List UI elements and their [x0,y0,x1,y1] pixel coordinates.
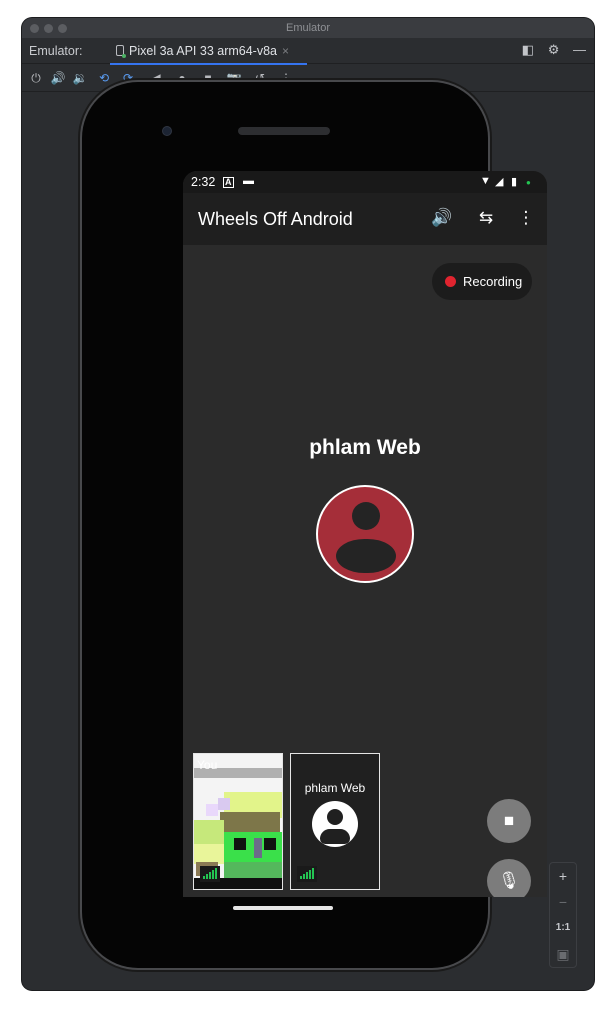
power-icon[interactable]: ⏻ [28,70,44,86]
pixel-block [206,804,218,816]
mic-icon: 🎙 [498,871,520,890]
zoom-window-icon[interactable] [58,24,67,33]
zoom-panel: + − 1:1 ▣ [549,862,577,968]
window-title: Emulator [285,22,331,34]
remote-tile-avatar-icon [312,801,358,847]
self-video-tile[interactable]: You [193,753,283,890]
cell-signal-icon: ◢ [495,176,504,188]
minimize-panel-icon[interactable]: — [573,42,586,57]
emulator-label: Emulator: [29,44,83,58]
remote-signal-icon [297,866,317,882]
video-icon: ■ [503,811,515,830]
avatar-body-icon [336,539,396,573]
battery-icon: ▮ [511,176,518,188]
remote-tile-label: phlam Web [304,781,366,795]
recording-pill: Recording [432,263,532,300]
device-icon [116,45,126,58]
zoom-1to1-button[interactable]: 1:1 [550,915,576,941]
recording-label: Recording [463,274,523,289]
switch-camera-icon[interactable]: ⇆ [475,208,497,228]
gear-icon[interactable]: ⚙ [548,42,560,58]
overflow-icon[interactable]: ⋮ [515,208,537,228]
pixel-block [220,812,280,832]
mic-toggle-button[interactable]: 🎙 [487,859,531,897]
phone-frame: 2:32 A ▬ ▼ ◢ ▮ ● Wheels Off Android 🔊 ⇆ … [82,82,547,968]
app-title: Wheels Off Android [198,209,353,229]
pixel-block [224,862,282,878]
video-toggle-button[interactable]: ■ [487,799,531,843]
earpiece-speaker [238,127,330,135]
app-bar: Wheels Off Android 🔊 ⇆ ⋮ [183,193,547,245]
volume-down-icon[interactable]: 🔉 [72,70,88,86]
speaker-icon[interactable]: 🔊 [431,208,453,228]
front-camera [162,126,172,136]
self-tile-label: You [197,758,218,772]
wifi-icon: ▼ [480,175,491,187]
avatar-head-icon [352,502,380,530]
tab-pixel-3a[interactable]: Pixel 3a API 33 arm64-v8a × [110,38,308,65]
phone-screen: 2:32 A ▬ ▼ ◢ ▮ ● Wheels Off Android 🔊 ⇆ … [183,171,547,897]
pixel-block [218,798,230,810]
close-window-icon[interactable] [30,24,39,33]
fit-screen-icon[interactable]: ▣ [550,941,576,967]
close-tab-icon[interactable]: × [282,44,289,58]
volume-up-icon[interactable]: 🔊 [50,70,66,86]
rotate-left-icon[interactable]: ⟲ [96,70,112,86]
status-bar: 2:32 A ▬ ▼ ◢ ▮ ● [183,171,547,193]
pixel-block [194,820,224,844]
pixel-block [194,844,224,864]
zoom-out-button[interactable]: − [550,889,576,915]
tab-label: Pixel 3a API 33 arm64-v8a [129,44,277,58]
zoom-in-button[interactable]: + [550,863,576,889]
remote-video-tile[interactable]: phlam Web [290,753,380,890]
recording-dot-icon [445,276,456,287]
video-status-icon: ▬ [243,175,254,187]
pixel-block [234,838,246,850]
title-bar: Emulator [22,18,594,38]
pixel-block [264,838,276,850]
minimize-window-icon[interactable] [44,24,53,33]
remote-participant-name: phlam Web [309,436,421,459]
tab-bar: Emulator: Pixel 3a API 33 arm64-v8a × ◧ ⚙… [22,38,594,65]
remote-avatar [316,485,414,583]
window-actions: ◧ ⚙ — [512,42,586,58]
gesture-home-bar[interactable] [233,906,333,910]
status-time: 2:32 [191,175,216,189]
pixel-block [254,838,262,858]
self-signal-icon [200,866,220,882]
accessibility-icon: A [223,177,234,188]
layout-icon[interactable]: ◧ [522,42,534,58]
camera-in-use-icon: ● [526,178,531,187]
